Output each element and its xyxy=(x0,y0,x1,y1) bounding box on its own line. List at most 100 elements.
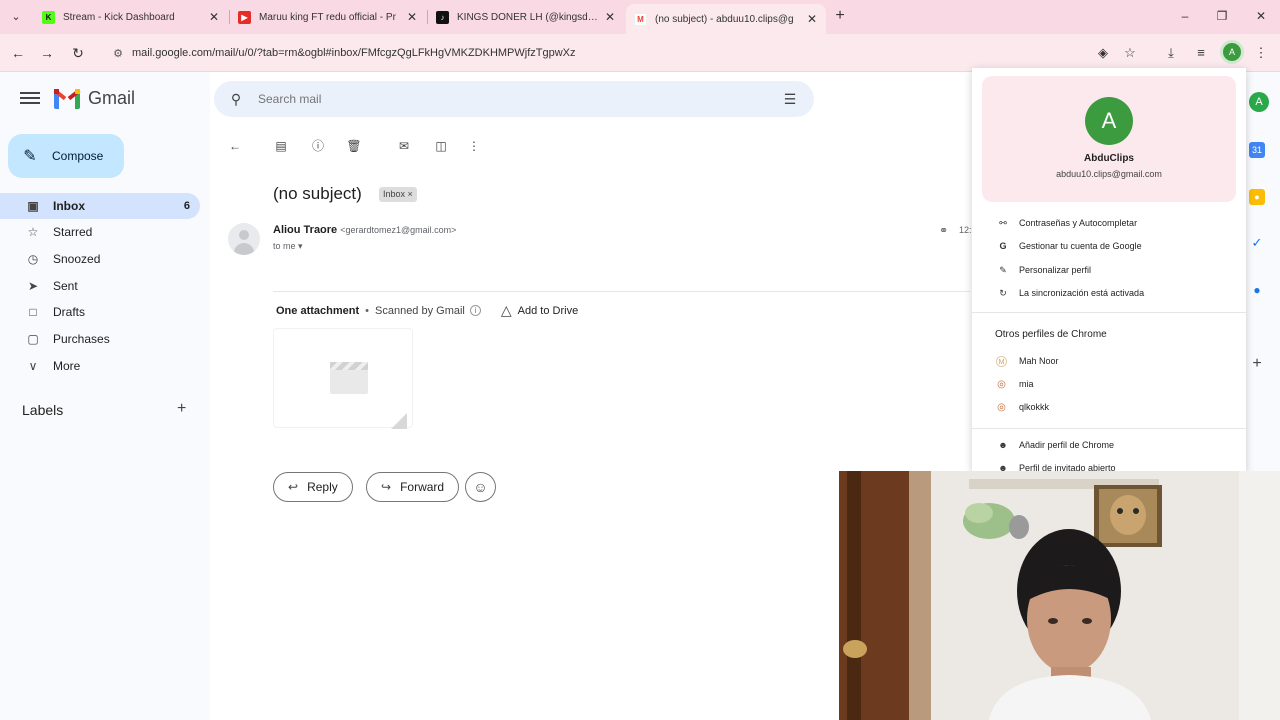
reply-icon: ↩ xyxy=(288,480,299,494)
sidebar-item-drafts[interactable]: □ Drafts xyxy=(0,299,200,325)
profile-avatar: A xyxy=(1085,97,1133,145)
sender-line: Aliou Traore <gerardtomez1@gmail.com> xyxy=(273,224,456,236)
main-menu-icon[interactable] xyxy=(20,89,40,109)
bag-icon: ▢ xyxy=(27,332,39,346)
chrome-profile-avatar[interactable]: A xyxy=(1223,43,1241,61)
tasks-icon[interactable]: ✓ xyxy=(1249,235,1265,251)
menu-item-sync[interactable]: ↻ La sincronización está activada xyxy=(972,282,1246,304)
emoji-reaction-icon[interactable]: ☺ xyxy=(465,472,496,502)
youtube-favicon-icon: ▶ xyxy=(238,10,251,24)
attachment-header: One attachment • Scanned by Gmail i △ Ad… xyxy=(276,302,579,319)
back-to-inbox-icon[interactable]: ← xyxy=(227,138,243,154)
contacts-icon[interactable]: ● xyxy=(1249,282,1265,298)
chevron-down-icon: ∨ xyxy=(28,359,38,373)
back-icon[interactable]: ← xyxy=(8,43,28,63)
close-tab-icon[interactable]: ✕ xyxy=(208,10,220,24)
more-actions-icon[interactable]: ⋮ xyxy=(466,138,482,154)
webcam-overlay xyxy=(839,471,1280,720)
add-to-drive-button[interactable]: Add to Drive xyxy=(518,305,579,317)
sender-name[interactable]: Aliou Traore xyxy=(273,224,337,236)
download-icon[interactable]: ⤓ xyxy=(1162,44,1180,62)
new-tab-icon[interactable]: + xyxy=(832,7,848,25)
clock-icon: ◷ xyxy=(27,252,39,266)
search-bar[interactable]: ⚲ ☰ xyxy=(214,81,814,117)
close-tab-icon[interactable]: ✕ xyxy=(604,10,616,24)
site-info-icon[interactable]: ⚙ xyxy=(110,47,126,60)
reply-button[interactable]: ↩ Reply xyxy=(273,472,353,502)
sidebar-item-more[interactable]: ∨ More xyxy=(0,353,200,379)
info-icon[interactable]: i xyxy=(469,305,481,316)
gmail-favicon-icon: M xyxy=(634,12,647,26)
forward-icon: ↪ xyxy=(381,480,392,494)
tab-kick-dashboard[interactable]: K Stream - Kick Dashboard ✕ xyxy=(34,4,228,30)
send-icon: ➤ xyxy=(27,279,39,293)
sync-icon: ↻ xyxy=(999,287,1007,298)
extension-icon[interactable]: ◈ xyxy=(1094,44,1112,62)
calendar-icon[interactable]: 31 xyxy=(1249,142,1265,158)
profile-item-qlkokkk[interactable]: ◎ qlkokkk xyxy=(972,396,1246,418)
address-bar[interactable]: ⚙ mail.google.com/mail/u/0/?tab=rm&ogbl#… xyxy=(102,40,1132,66)
gmail-logo[interactable]: Gmail xyxy=(54,88,135,109)
star-icon: ☆ xyxy=(27,225,39,239)
tab-youtube[interactable]: ▶ Maruu king FT redu official - Pr ✕ xyxy=(230,4,426,30)
recipient-line[interactable]: to me ▾ xyxy=(273,241,303,252)
sidebar-item-purchases[interactable]: ▢ Purchases xyxy=(0,326,200,352)
profile-email: abduu10.clips@gmail.com xyxy=(1056,169,1162,179)
menu-dots-icon[interactable]: ⋮ xyxy=(1252,44,1270,62)
inbox-label-chip[interactable]: Inbox × xyxy=(379,187,417,202)
minimize-icon[interactable]: – xyxy=(1173,6,1197,26)
reload-icon[interactable]: ↻ xyxy=(68,43,88,63)
menu-item-manage-account[interactable]: G Gestionar tu cuenta de Google xyxy=(972,235,1246,257)
tab-tiktok[interactable]: ♪ KINGS DONER LH (@kingsdone ✕ xyxy=(428,4,624,30)
get-addons-icon[interactable]: + xyxy=(1249,356,1265,372)
tiktok-favicon-icon: ♪ xyxy=(436,10,449,24)
search-options-icon[interactable]: ☰ xyxy=(766,91,814,108)
profile-name: AbduClips xyxy=(1084,153,1134,164)
compose-button[interactable]: ✎ Compose xyxy=(8,134,124,178)
move-to-icon[interactable]: ◫ xyxy=(433,138,449,154)
details-caret-icon[interactable]: ▾ xyxy=(298,241,303,251)
menu-item-customize-profile[interactable]: ✎ Personalizar perfil xyxy=(972,259,1246,281)
archive-icon[interactable]: ▤ xyxy=(273,138,289,154)
close-window-icon[interactable]: ✕ xyxy=(1249,6,1273,26)
pencil-icon: ✎ xyxy=(23,148,37,165)
sidebar-item-sent[interactable]: ➤ Sent xyxy=(0,273,200,299)
profile-item-mia[interactable]: ◎ mia xyxy=(972,373,1246,395)
profile-item-mah-noor[interactable]: M Mah Noor xyxy=(972,350,1246,372)
attachment-clip-icon: ⚭ xyxy=(939,225,949,237)
media-control-icon[interactable]: ≡ xyxy=(1192,44,1210,62)
account-avatar[interactable]: A xyxy=(1249,92,1269,112)
search-icon[interactable]: ⚲ xyxy=(214,91,258,108)
tab-search-icon[interactable]: ⌄ xyxy=(6,8,26,26)
search-input[interactable] xyxy=(258,92,766,106)
sender-avatar xyxy=(228,223,260,255)
labels-heading: Labels xyxy=(22,402,64,418)
tab-strip: ⌄ K Stream - Kick Dashboard ✕ ▶ Maruu ki… xyxy=(0,0,1280,34)
close-tab-icon[interactable]: ✕ xyxy=(406,10,418,24)
menu-item-passwords[interactable]: ⚯ Contraseñas y Autocompletar xyxy=(972,212,1246,234)
keep-icon[interactable]: ● xyxy=(1249,189,1265,205)
sidebar-item-starred[interactable]: ☆ Starred xyxy=(0,219,200,245)
pencil-icon: ✎ xyxy=(999,264,1007,275)
maximize-icon[interactable]: ❐ xyxy=(1210,6,1234,26)
tab-gmail[interactable]: M (no subject) - abduu10.clips@g ✕ xyxy=(626,4,826,34)
sidebar-item-inbox[interactable]: ▣ Inbox 6 xyxy=(0,193,200,219)
report-spam-icon[interactable]: ⓘ xyxy=(310,138,326,154)
other-profiles-heading: Otros perfiles de Chrome xyxy=(995,329,1107,340)
forward-button[interactable]: ↪ Forward xyxy=(366,472,460,502)
video-file-icon xyxy=(330,362,368,394)
attachment-divider xyxy=(273,291,970,292)
add-label-icon[interactable]: + xyxy=(177,400,186,418)
attachment-thumbnail[interactable] xyxy=(273,328,413,429)
mark-unread-icon[interactable]: ✉ xyxy=(396,138,412,154)
remove-label-icon[interactable]: × xyxy=(408,189,413,199)
menu-item-guest-profile[interactable]: ☻ Perfil de invitado abierto xyxy=(972,457,1246,472)
close-tab-icon[interactable]: ✕ xyxy=(806,12,818,26)
sidebar-item-snoozed[interactable]: ◷ Snoozed xyxy=(0,246,200,272)
delete-icon[interactable]: 🗑 xyxy=(346,138,362,154)
bookmark-star-icon[interactable]: ☆ xyxy=(1121,44,1139,62)
menu-item-add-profile[interactable]: ☻ Añadir perfil de Chrome xyxy=(972,434,1246,456)
add-to-drive-icon[interactable]: △ xyxy=(501,302,512,319)
forward-icon[interactable]: → xyxy=(37,43,57,63)
chrome-profile-menu: A AbduClips abduu10.clips@gmail.com ⚯ Co… xyxy=(972,68,1246,472)
